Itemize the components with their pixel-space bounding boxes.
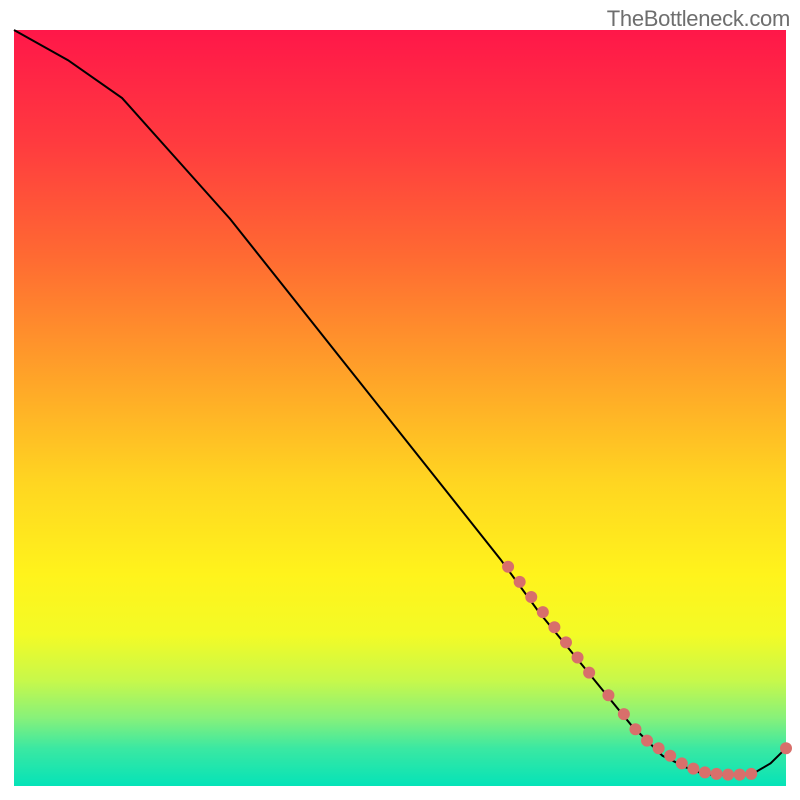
data-marker (734, 769, 746, 781)
data-marker (676, 757, 688, 769)
data-marker (780, 742, 792, 754)
data-marker (537, 606, 549, 618)
data-marker (572, 651, 584, 663)
data-marker (583, 667, 595, 679)
data-marker (711, 768, 723, 780)
data-marker (618, 708, 630, 720)
data-marker (514, 576, 526, 588)
watermark-text: TheBottleneck.com (607, 6, 790, 32)
data-marker (548, 621, 560, 633)
data-marker (502, 561, 514, 573)
data-marker (525, 591, 537, 603)
data-marker (687, 763, 699, 775)
data-marker (664, 750, 676, 762)
data-marker (560, 636, 572, 648)
data-marker (722, 769, 734, 781)
bottleneck-chart (0, 0, 800, 800)
data-marker (629, 723, 641, 735)
chart-container: TheBottleneck.com (0, 0, 800, 800)
data-marker (653, 742, 665, 754)
data-marker (745, 768, 757, 780)
data-marker (602, 689, 614, 701)
data-marker (699, 766, 711, 778)
data-marker (641, 735, 653, 747)
plot-background (14, 30, 786, 786)
